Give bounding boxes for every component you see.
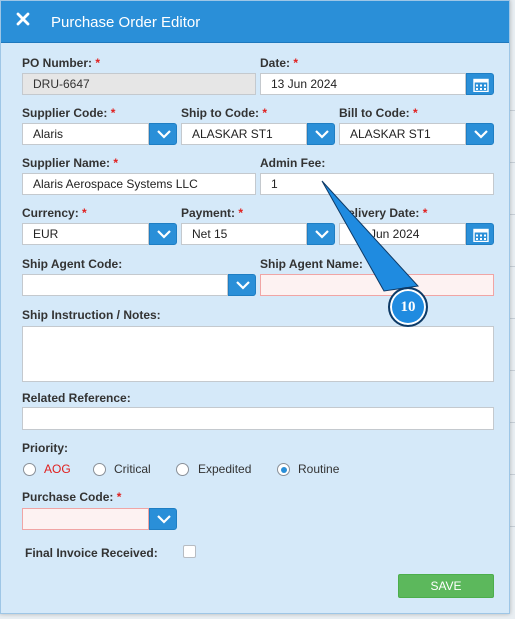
- purchase-code-label: Purchase Code: *: [22, 490, 122, 504]
- currency-dropdown-button[interactable]: [149, 223, 177, 245]
- dialog-titlebar: Purchase Order Editor: [1, 1, 509, 43]
- po-number-field: DRU-6647: [22, 73, 256, 95]
- supplier-code-label: Supplier Code: *: [22, 106, 116, 120]
- ship-to-code-select[interactable]: ALASKAR ST1: [181, 123, 307, 145]
- chevron-down-icon: [157, 130, 171, 139]
- save-button[interactable]: SAVE: [398, 574, 494, 598]
- final-invoice-checkbox[interactable]: [183, 545, 196, 558]
- admin-fee-field[interactable]: 1: [260, 173, 494, 195]
- ship-to-code-dropdown-button[interactable]: [307, 123, 335, 145]
- priority-radio-critical[interactable]: [93, 463, 106, 476]
- priority-radio-aog[interactable]: [23, 463, 36, 476]
- close-icon[interactable]: [15, 11, 35, 31]
- priority-label: Priority:: [22, 441, 69, 455]
- ship-agent-name-label: Ship Agent Name:: [260, 257, 363, 271]
- calendar-icon: [473, 228, 489, 242]
- chevron-down-icon: [315, 230, 329, 239]
- payment-dropdown-button[interactable]: [307, 223, 335, 245]
- delivery-date-label: elivery Date: *: [348, 206, 428, 220]
- supplier-code-dropdown-button[interactable]: [149, 123, 177, 145]
- currency-select[interactable]: EUR: [22, 223, 149, 245]
- payment-label: Payment: *: [181, 206, 244, 220]
- purchase-code-dropdown-button[interactable]: [149, 508, 177, 530]
- admin-fee-label: Admin Fee:: [260, 156, 326, 170]
- calendar-icon: [473, 78, 489, 92]
- date-label: Date: *: [260, 56, 299, 70]
- ship-to-code-label: Ship to Code: *: [181, 106, 268, 120]
- related-reference-label: Related Reference:: [22, 391, 131, 405]
- date-calendar-button[interactable]: [466, 73, 494, 95]
- chevron-down-icon: [236, 281, 250, 290]
- chevron-down-icon: [157, 230, 171, 239]
- po-number-label: PO Number: *: [22, 56, 101, 70]
- ship-agent-code-label: Ship Agent Code:: [22, 257, 123, 271]
- bill-to-code-dropdown-button[interactable]: [466, 123, 494, 145]
- date-field[interactable]: 13 Jun 2024: [260, 73, 466, 95]
- ship-agent-code-dropdown-button[interactable]: [228, 274, 256, 296]
- related-reference-field[interactable]: [22, 407, 494, 430]
- bill-to-code-select[interactable]: ALASKAR ST1: [339, 123, 466, 145]
- delivery-date-field[interactable]: Jun 2024: [339, 223, 466, 245]
- priority-option-expedited[interactable]: Expedited: [198, 462, 251, 476]
- priority-option-aog[interactable]: AOG: [44, 462, 71, 476]
- priority-radio-routine[interactable]: [277, 463, 290, 476]
- supplier-name-label: Supplier Name: *: [22, 156, 119, 170]
- supplier-code-select[interactable]: Alaris: [22, 123, 149, 145]
- chevron-down-icon: [315, 130, 329, 139]
- callout-badge: 10: [388, 287, 428, 327]
- final-invoice-label: Final Invoice Received:: [25, 546, 158, 560]
- priority-radio-expedited[interactable]: [176, 463, 189, 476]
- chevron-down-icon: [157, 515, 171, 524]
- ship-instruction-textarea[interactable]: [22, 326, 494, 382]
- chevron-down-icon: [474, 130, 488, 139]
- ship-instruction-label: Ship Instruction / Notes:: [22, 308, 161, 322]
- dialog-title: Purchase Order Editor: [51, 14, 201, 31]
- delivery-date-calendar-button[interactable]: [466, 223, 494, 245]
- ship-agent-name-field[interactable]: [260, 274, 494, 296]
- bill-to-code-label: Bill to Code: *: [339, 106, 418, 120]
- priority-option-routine[interactable]: Routine: [298, 462, 339, 476]
- ship-agent-code-select[interactable]: [22, 274, 228, 296]
- supplier-name-field[interactable]: Alaris Aerospace Systems LLC: [22, 173, 256, 195]
- purchase-order-dialog: Purchase Order Editor PO Number: * DRU-6…: [0, 0, 510, 614]
- currency-label: Currency: *: [22, 206, 87, 220]
- priority-option-critical[interactable]: Critical: [114, 462, 151, 476]
- payment-select[interactable]: Net 15: [181, 223, 307, 245]
- purchase-code-select[interactable]: [22, 508, 149, 530]
